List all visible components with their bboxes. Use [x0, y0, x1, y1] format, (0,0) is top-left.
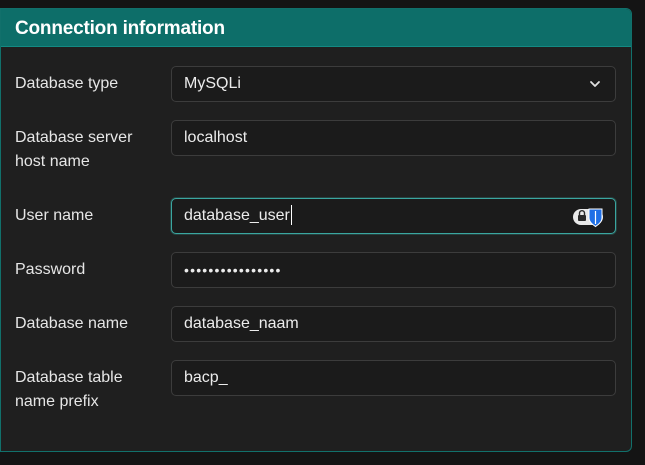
user-name-value: database_user: [184, 207, 290, 224]
label-password: Password: [15, 261, 86, 278]
connection-information-panel: Connection information Database type MyS…: [0, 8, 632, 452]
database-host-value: localhost: [184, 129, 248, 146]
database-name-value: database_naam: [184, 315, 299, 332]
label-database-server-host-name: Database server host name: [15, 129, 133, 170]
label-user-name: User name: [15, 207, 94, 224]
password-input[interactable]: ••••••••••••••••: [171, 252, 616, 288]
label-database-table-name-prefix: Database table name prefix: [15, 369, 123, 410]
panel-title: Connection information: [15, 18, 225, 39]
panel-header: Connection information: [1, 9, 631, 47]
table-prefix-input[interactable]: bacp_: [171, 360, 616, 396]
label-database-type: Database type: [15, 75, 119, 92]
database-type-select[interactable]: MySQLi: [171, 66, 616, 102]
password-value: ••••••••••••••••: [184, 262, 282, 278]
chevron-down-icon: [590, 81, 600, 87]
user-name-input[interactable]: database_user: [171, 198, 616, 234]
password-manager-icon[interactable]: [572, 206, 606, 228]
database-type-value: MySQLi: [184, 75, 241, 92]
table-prefix-value: bacp_: [184, 369, 228, 386]
label-database-name: Database name: [15, 315, 128, 332]
text-caret: [290, 204, 292, 225]
database-name-input[interactable]: database_naam: [171, 306, 616, 342]
database-host-input[interactable]: localhost: [171, 120, 616, 156]
